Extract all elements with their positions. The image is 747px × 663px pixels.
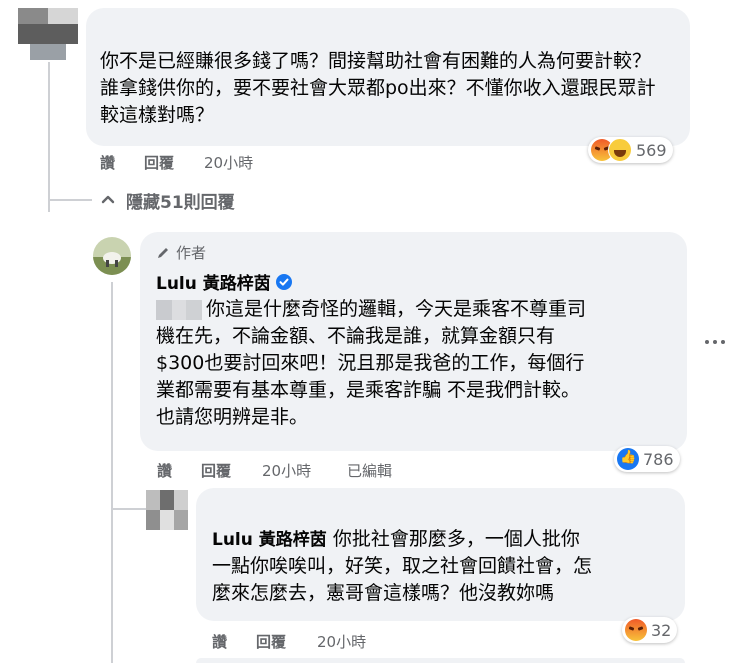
reply-bubble: 作者 Lulu 黃路梓茵 你這是什麼奇怪的邏輯，今天是乘客不尊重司 機在先，不論… bbox=[140, 232, 687, 451]
angry-icon bbox=[625, 619, 647, 641]
verified-badge-icon bbox=[275, 273, 292, 290]
avatar[interactable] bbox=[146, 490, 188, 530]
reaction-summary[interactable]: 32 bbox=[622, 617, 678, 643]
reaction-summary[interactable]: 569 bbox=[588, 137, 673, 163]
like-icon bbox=[617, 448, 639, 470]
thread-line bbox=[111, 508, 147, 510]
timestamp[interactable]: 20小時 bbox=[317, 631, 366, 652]
pencil-icon bbox=[158, 247, 168, 258]
mention-link[interactable]: Lulu 黃路梓茵 bbox=[212, 530, 327, 550]
comment-text: 你不是已經賺很多錢了嗎？間接幫助社會有困難的人為何要計較？誰拿錢供你的，要不要社… bbox=[100, 50, 656, 126]
thread-line bbox=[48, 199, 92, 201]
reply-text: 機在先，不論金額、不論我是誰，就算金額只有 $300也要討回來吧！況且那是我爸的… bbox=[156, 325, 585, 428]
avatar[interactable] bbox=[93, 237, 131, 275]
timestamp[interactable]: 20小時 bbox=[262, 460, 311, 481]
reply-button[interactable]: 回覆 bbox=[201, 460, 231, 481]
reply-text-first: 你批社會那麼多，一個人批你 bbox=[326, 528, 580, 550]
author-badge-label: 作者 bbox=[176, 244, 207, 262]
next-reply-partial bbox=[196, 658, 685, 663]
reaction-count: 569 bbox=[636, 140, 667, 160]
author-name-row: Lulu 黃路梓茵 bbox=[156, 269, 292, 294]
thread-line bbox=[48, 62, 50, 212]
like-button[interactable]: 讚 bbox=[212, 631, 227, 652]
hide-replies-button[interactable]: 隱藏51則回覆 bbox=[100, 187, 235, 213]
like-button[interactable]: 讚 bbox=[100, 152, 115, 173]
author-badge: 作者 bbox=[156, 242, 206, 263]
edited-label[interactable]: 已編輯 bbox=[347, 460, 392, 481]
like-button[interactable]: 讚 bbox=[157, 460, 172, 481]
thread-line bbox=[111, 282, 113, 663]
mention-pixelated[interactable] bbox=[156, 300, 202, 320]
reply-text: 一點你唉唉叫，好笑，取之社會回饋社會，怎 麼來怎麼去，憲哥會這樣嗎？他沒教妳嗎 bbox=[212, 555, 593, 604]
reply-button[interactable]: 回覆 bbox=[256, 631, 286, 652]
reaction-count: 32 bbox=[651, 620, 672, 640]
avatar[interactable] bbox=[18, 8, 78, 60]
hide-replies-label: 隱藏51則回覆 bbox=[126, 192, 235, 213]
comment-bubble: 你不是已經賺很多錢了嗎？間接幫助社會有困難的人為何要計較？誰拿錢供你的，要不要社… bbox=[86, 8, 690, 146]
more-options-icon[interactable] bbox=[703, 332, 727, 352]
timestamp[interactable]: 20小時 bbox=[204, 152, 253, 173]
author-name[interactable]: Lulu 黃路梓茵 bbox=[156, 269, 271, 294]
reaction-summary[interactable]: 786 bbox=[614, 446, 680, 472]
reply-bubble: Lulu 黃路梓茵 你批社會那麼多，一個人批你 一點你唉唉叫，好笑，取之社會回饋… bbox=[196, 488, 685, 621]
reply-button[interactable]: 回覆 bbox=[144, 152, 174, 173]
reply-text-line1: 你這是什麼奇怪的邏輯，今天是乘客不尊重司 bbox=[206, 298, 587, 320]
chevron-up-icon bbox=[101, 195, 115, 204]
laugh-icon bbox=[608, 138, 632, 162]
reaction-count: 786 bbox=[643, 449, 674, 469]
reply-text-line1: Lulu 黃路梓茵 你批社會那麼多，一個人批你 bbox=[212, 526, 580, 554]
